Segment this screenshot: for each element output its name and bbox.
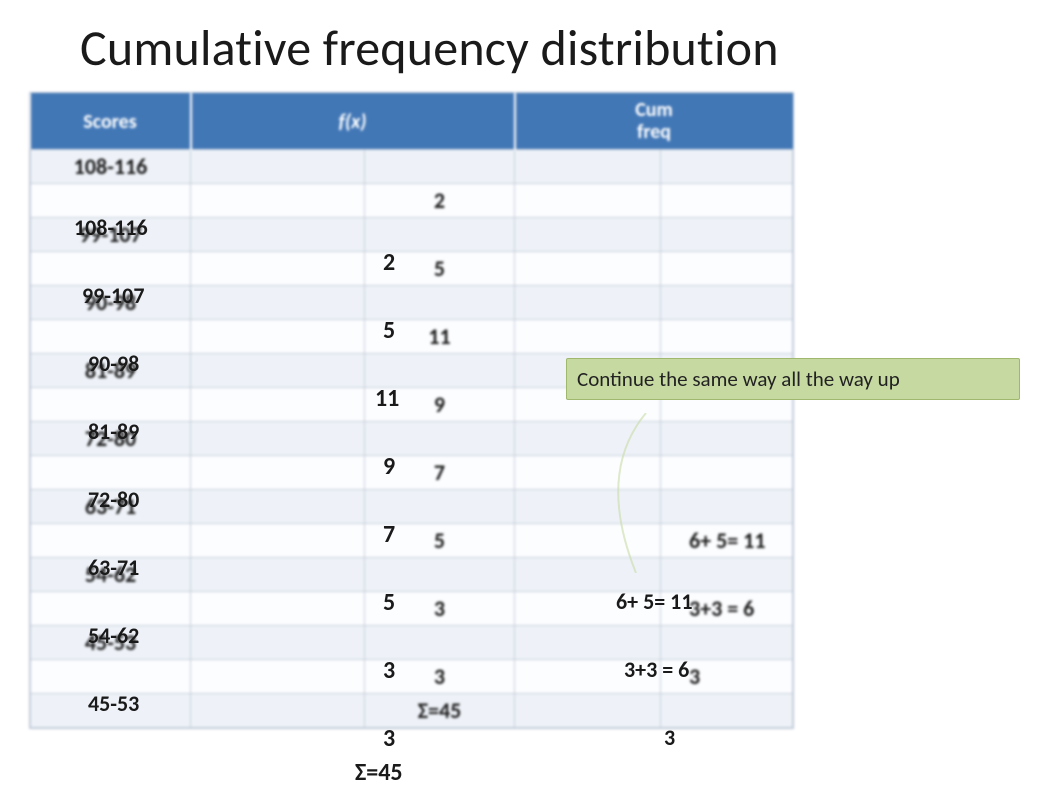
table-row: 3 3+3 = 6: [31, 592, 793, 626]
cum-cell: [661, 456, 793, 490]
header-cumfreq-text: Cumfreq: [635, 98, 673, 144]
table-row: 7: [31, 456, 793, 490]
score-cell: 54-62: [31, 558, 191, 592]
cum-cell: 3: [661, 660, 793, 694]
table-row: 11: [31, 320, 793, 354]
crisp-cum: 3: [664, 724, 675, 751]
crisp-fx: 3: [383, 724, 395, 753]
crisp-sum: Σ=45: [355, 758, 403, 787]
score-cell: 99-107: [31, 218, 191, 252]
table-row: 3 3: [31, 660, 793, 694]
table-row: 45-53: [31, 626, 793, 660]
table-row: 72-80: [31, 422, 793, 456]
table-row: 63-71: [31, 490, 793, 524]
header-fx: f(x): [191, 93, 515, 150]
fx-cell: 2: [365, 184, 515, 218]
header-scores: Scores: [31, 93, 191, 150]
fx-cell: 5: [365, 252, 515, 286]
cum-cell: [661, 252, 793, 286]
fx-cell: 9: [365, 388, 515, 422]
cum-cell: [661, 184, 793, 218]
fx-cell: 11: [365, 320, 515, 354]
sum-cell: Σ=45: [365, 694, 515, 728]
fx-cell: 7: [365, 456, 515, 490]
score-cell: 63-71: [31, 490, 191, 524]
fx-cell: 5: [365, 524, 515, 558]
table-body: 108-116 2 99-107 5 90-98: [31, 150, 793, 728]
table-row: 2: [31, 184, 793, 218]
score-cell: 90-98: [31, 286, 191, 320]
table-row: 54-62: [31, 558, 793, 592]
fx-cell: 3: [365, 592, 515, 626]
score-cell: 72-80: [31, 422, 191, 456]
callout-text: Continue the same way all the way up: [577, 366, 900, 392]
header-cumfreq: Cumfreq: [515, 93, 793, 150]
table-row: 90-98: [31, 286, 793, 320]
frequency-table: Scores f(x) Cumfreq 108-116 2 99-107: [30, 93, 793, 728]
table-row: 5: [31, 252, 793, 286]
frequency-table-wrap: Scores f(x) Cumfreq 108-116 2 99-107: [30, 93, 792, 728]
table-row: 99-107: [31, 218, 793, 252]
table-header-row: Scores f(x) Cumfreq: [31, 93, 793, 150]
cum-cell: 6+ 5= 11: [661, 524, 793, 558]
table-row: 5 6+ 5= 11: [31, 524, 793, 558]
fx-cell: 3: [365, 660, 515, 694]
score-cell: 81-89: [31, 354, 191, 388]
cum-cell: 3+3 = 6: [661, 592, 793, 626]
score-cell: 108-116: [31, 150, 191, 184]
table-sum-row: Σ=45: [31, 694, 793, 728]
cum-cell: [661, 320, 793, 354]
callout-box: Continue the same way all the way up: [566, 358, 1020, 400]
score-cell: 45-53: [31, 626, 191, 660]
table-row: 108-116: [31, 150, 793, 184]
slide-title: Cumulative frequency distribution: [80, 18, 1062, 79]
